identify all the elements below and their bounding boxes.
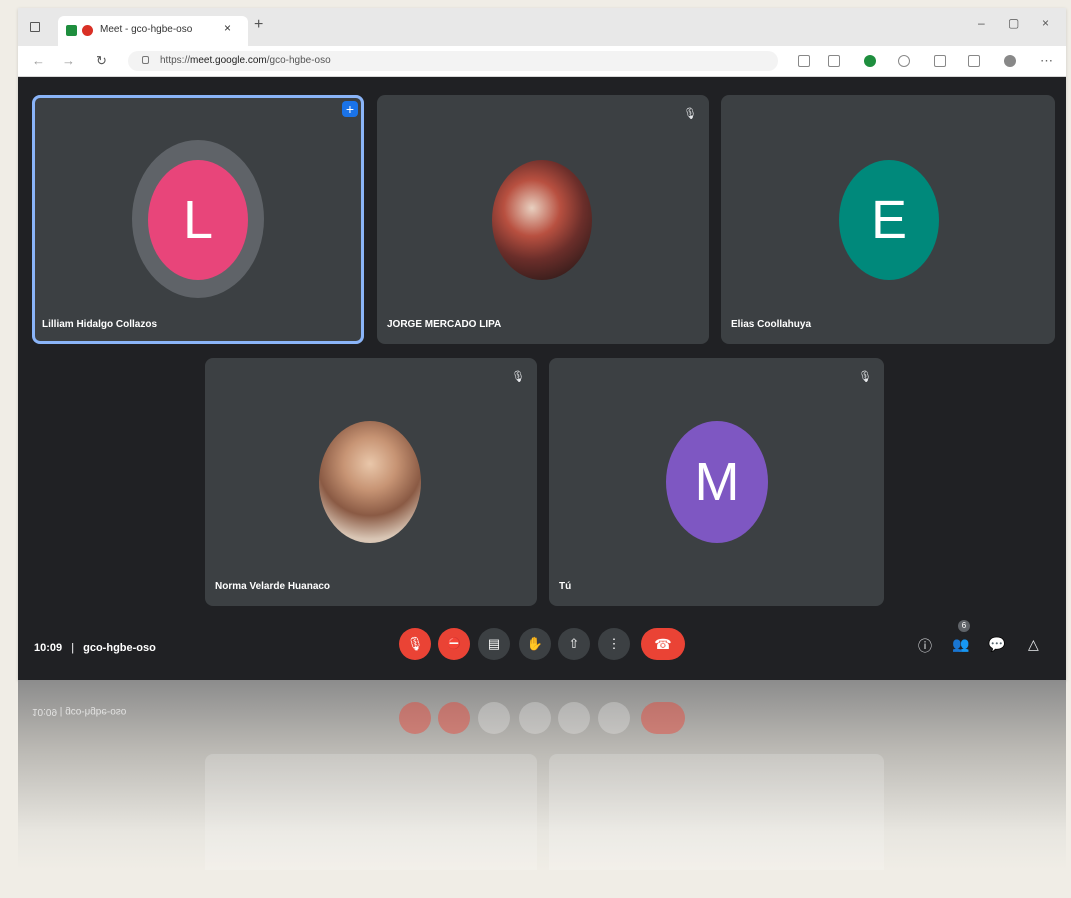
avatar-elias: E xyxy=(839,160,939,280)
new-tab-button[interactable]: + xyxy=(254,17,263,33)
pin-icon[interactable]: + xyxy=(342,101,358,117)
raise-hand-button[interactable]: ✋ xyxy=(519,628,551,660)
meeting-info: 10:09 | gco-hgbe-oso xyxy=(34,642,156,654)
participant-name: Elias Coollahuya xyxy=(731,319,812,330)
end-call-button[interactable]: ☎ xyxy=(641,628,685,660)
reflection-tile xyxy=(205,754,537,870)
avatar-lilliam: L xyxy=(148,160,248,280)
tab-close-icon[interactable]: × xyxy=(224,21,231,35)
avatar-self: M xyxy=(666,421,768,543)
meet-favicon-icon xyxy=(66,25,77,36)
participant-tile-elias[interactable]: E Elias Coollahuya xyxy=(721,95,1055,344)
chat-icon[interactable]: 💬 xyxy=(988,636,1005,653)
reload-icon[interactable]: ↻ xyxy=(96,53,107,69)
reflection-control xyxy=(598,702,630,734)
captions-button[interactable]: ▤ xyxy=(478,628,510,660)
tab-strip: Meet - gco-hgbe-oso × + – ▢ × xyxy=(18,8,1066,46)
url-text: https://meet.google.com/gco-hgbe-oso xyxy=(160,55,331,66)
collections-icon[interactable] xyxy=(968,55,980,67)
present-button[interactable]: ⇧ xyxy=(558,628,590,660)
mic-off-icon: 🎙 xyxy=(511,371,525,383)
reflection-control xyxy=(438,702,470,734)
maximize-button[interactable]: ▢ xyxy=(1008,16,1019,30)
camera-toggle-button[interactable]: ⛔ xyxy=(438,628,470,660)
address-bar[interactable]: https://meet.google.com/gco-hgbe-oso xyxy=(128,51,778,71)
profile-icon[interactable] xyxy=(1004,55,1016,67)
participant-name: Lilliam Hidalgo Collazos xyxy=(42,319,158,330)
tab-actions-icon[interactable] xyxy=(30,22,40,32)
reflection-tile xyxy=(549,754,884,870)
meeting-time: 10:09 xyxy=(34,642,63,654)
activities-icon[interactable]: △ xyxy=(1028,636,1039,653)
mic-off-icon: 🎙 xyxy=(858,371,872,383)
browser-window: Meet - gco-hgbe-oso × + – ▢ × ← → ↻ http… xyxy=(18,8,1066,680)
lock-icon xyxy=(142,56,149,64)
reflection-meeting-info: 10:09 | gco-hgbe-oso xyxy=(32,706,127,717)
back-icon[interactable]: ← xyxy=(32,53,45,68)
reflection-control xyxy=(478,702,510,734)
avatar-jorge-photo xyxy=(492,160,592,280)
reflection-control xyxy=(641,702,685,734)
participant-tile-self[interactable]: 🎙 M Tú xyxy=(549,358,884,606)
reflection-control xyxy=(519,702,551,734)
participant-name: Tú xyxy=(559,581,572,592)
forward-icon[interactable]: → xyxy=(62,53,75,68)
camera-permission-icon[interactable] xyxy=(798,55,810,67)
recording-indicator-icon xyxy=(82,25,93,36)
participant-tile-norma[interactable]: 🎙 Norma Velarde Huanaco xyxy=(205,358,537,606)
favorites-icon[interactable] xyxy=(934,55,946,67)
more-options-button[interactable]: ⋮ xyxy=(598,628,630,660)
mic-off-icon: 🎙 xyxy=(683,108,697,120)
people-count-badge: 6 xyxy=(958,620,970,632)
participant-name: Norma Velarde Huanaco xyxy=(215,581,331,592)
meeting-code: gco-hgbe-oso xyxy=(83,642,156,654)
participant-tile-lilliam[interactable]: + L Lilliam Hidalgo Collazos xyxy=(32,95,364,344)
meeting-details-icon[interactable]: ⓘ xyxy=(918,636,932,656)
people-icon[interactable]: 👥 xyxy=(952,636,969,653)
participant-name: JORGE MERCADO LIPA xyxy=(387,319,502,330)
reflection-control xyxy=(399,702,431,734)
tab-title: Meet - gco-hgbe-oso xyxy=(100,24,193,35)
browser-menu-icon[interactable]: ⋯ xyxy=(1040,53,1053,69)
mic-toggle-button[interactable]: 🎙 xyxy=(399,628,431,660)
reflection-control xyxy=(558,702,590,734)
avatar-norma-photo xyxy=(319,421,421,543)
extension-shield-icon[interactable] xyxy=(864,55,876,67)
minimize-button[interactable]: – xyxy=(978,16,985,30)
close-window-button[interactable]: × xyxy=(1042,16,1049,30)
site-info-icon[interactable] xyxy=(828,55,840,67)
tab-meet[interactable]: Meet - gco-hgbe-oso × xyxy=(58,16,248,46)
browser-toolbar: ← → ↻ https://meet.google.com/gco-hgbe-o… xyxy=(18,46,1066,77)
participant-tile-jorge[interactable]: 🎙 JORGE MERCADO LIPA xyxy=(377,95,709,344)
window-reflection: 10:09 | gco-hgbe-oso xyxy=(18,680,1066,870)
extension-icon[interactable] xyxy=(898,55,910,67)
